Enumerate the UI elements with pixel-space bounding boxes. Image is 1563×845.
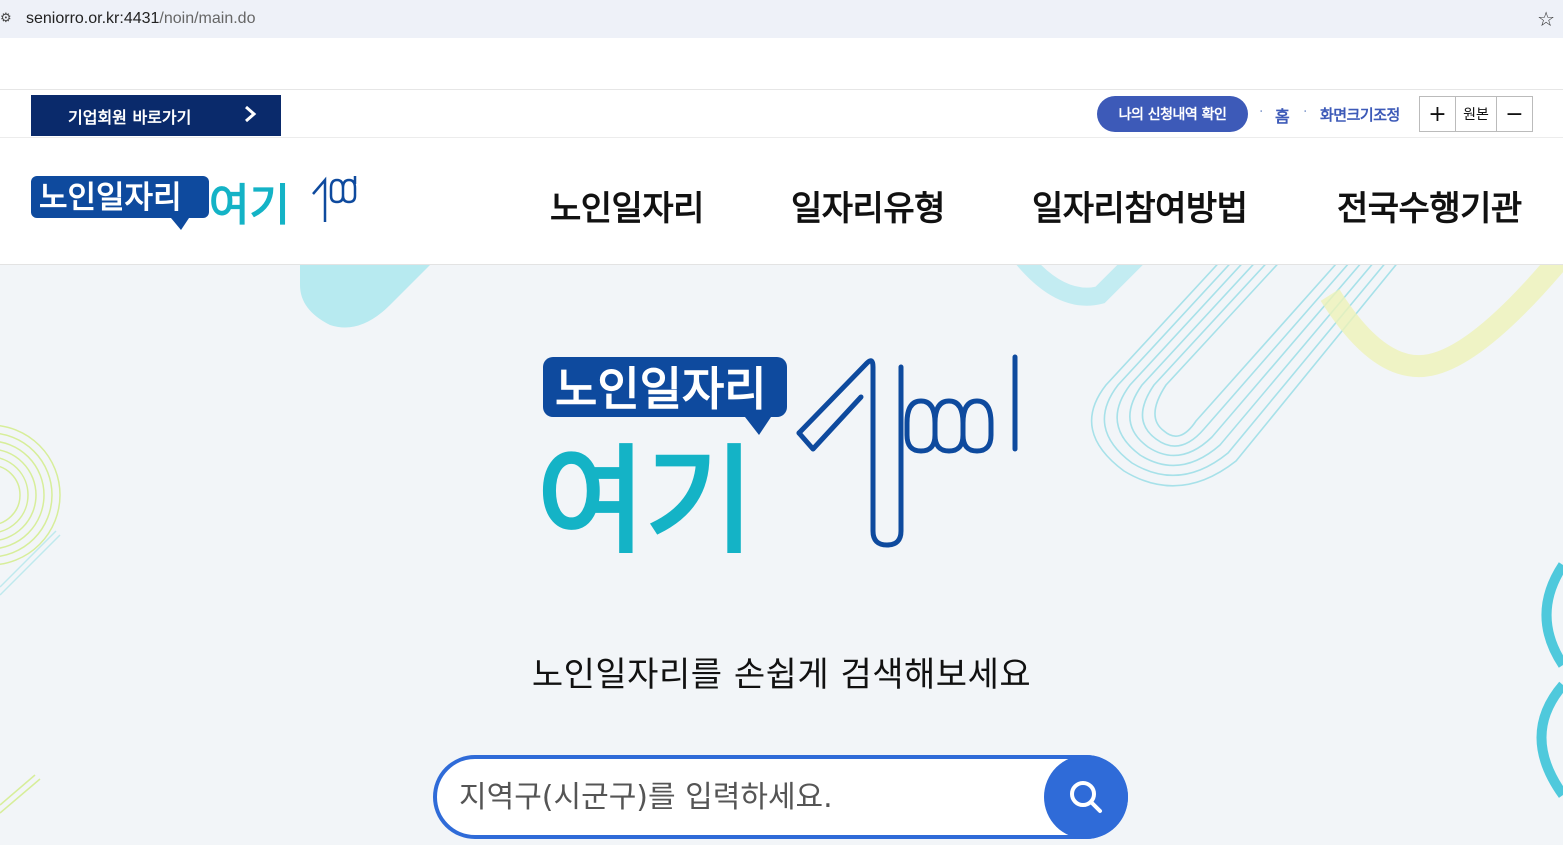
- bookmark-star-icon[interactable]: ☆: [1537, 7, 1555, 31]
- home-link[interactable]: 홈: [1275, 103, 1290, 127]
- separator-dot: ·: [1259, 104, 1264, 120]
- site-logo[interactable]: 노인일자리 여기: [31, 174, 371, 234]
- search-button[interactable]: [1044, 755, 1128, 839]
- separator-dot: ·: [1303, 104, 1308, 120]
- search-icon: [1070, 781, 1102, 813]
- zoom-label: 화면크기조정: [1320, 106, 1400, 124]
- url-field[interactable]: seniorro.or.kr:4431/noin/main.do: [26, 10, 255, 28]
- site-info-icon[interactable]: ⚙: [0, 12, 14, 26]
- nav-item-participation[interactable]: 일자리참여방법: [1032, 181, 1248, 230]
- search-box: [433, 755, 1128, 839]
- zoom-reset-button[interactable]: 원본: [1455, 97, 1497, 131]
- url-path: /noin/main.do: [159, 10, 256, 27]
- region-search-input[interactable]: [459, 771, 1039, 823]
- logo-sub-text: 여기: [209, 180, 290, 231]
- nav-item-job-types[interactable]: 일자리유형: [791, 181, 945, 230]
- logo-main-text: 노인일자리: [39, 180, 182, 216]
- business-member-button[interactable]: 기업회원 바로가기: [31, 95, 281, 136]
- hero-logo-main-text: 노인일자리: [555, 362, 767, 416]
- site-header: 노인일자리 여기 노인일자리 일자리유형 일자리참여방법 전국수행기관: [0, 139, 1563, 265]
- zoom-control: + 원본 −: [1419, 96, 1533, 132]
- hero-section: 노인일자리 여기 노인일자리를 손쉽게 검색해보세요: [0, 265, 1563, 845]
- zoom-in-button[interactable]: +: [1420, 97, 1455, 131]
- top-blank-band: [0, 38, 1563, 90]
- zoom-out-button[interactable]: −: [1497, 97, 1532, 131]
- chevron-right-icon: [243, 104, 257, 129]
- utility-bar: 기업회원 바로가기 나의 신청내역 확인 · 홈 · 화면크기조정 + 원본 −: [0, 90, 1563, 138]
- hero-logo-sub-text: 여기: [537, 433, 754, 553]
- url-host: seniorro.or.kr:4431: [26, 10, 160, 27]
- hero-logo: 노인일자리 여기: [537, 354, 1018, 553]
- hero-title: 노인일자리를 손쉽게 검색해보세요: [531, 655, 1032, 695]
- browser-address-bar: ⚙ seniorro.or.kr:4431/noin/main.do ☆: [0, 0, 1563, 38]
- nav-item-agencies[interactable]: 전국수행기관: [1337, 181, 1522, 230]
- business-member-label: 기업회원 바로가기: [68, 107, 192, 127]
- my-application-button[interactable]: 나의 신청내역 확인: [1097, 96, 1248, 132]
- nav-item-senior-jobs[interactable]: 노인일자리: [550, 181, 704, 230]
